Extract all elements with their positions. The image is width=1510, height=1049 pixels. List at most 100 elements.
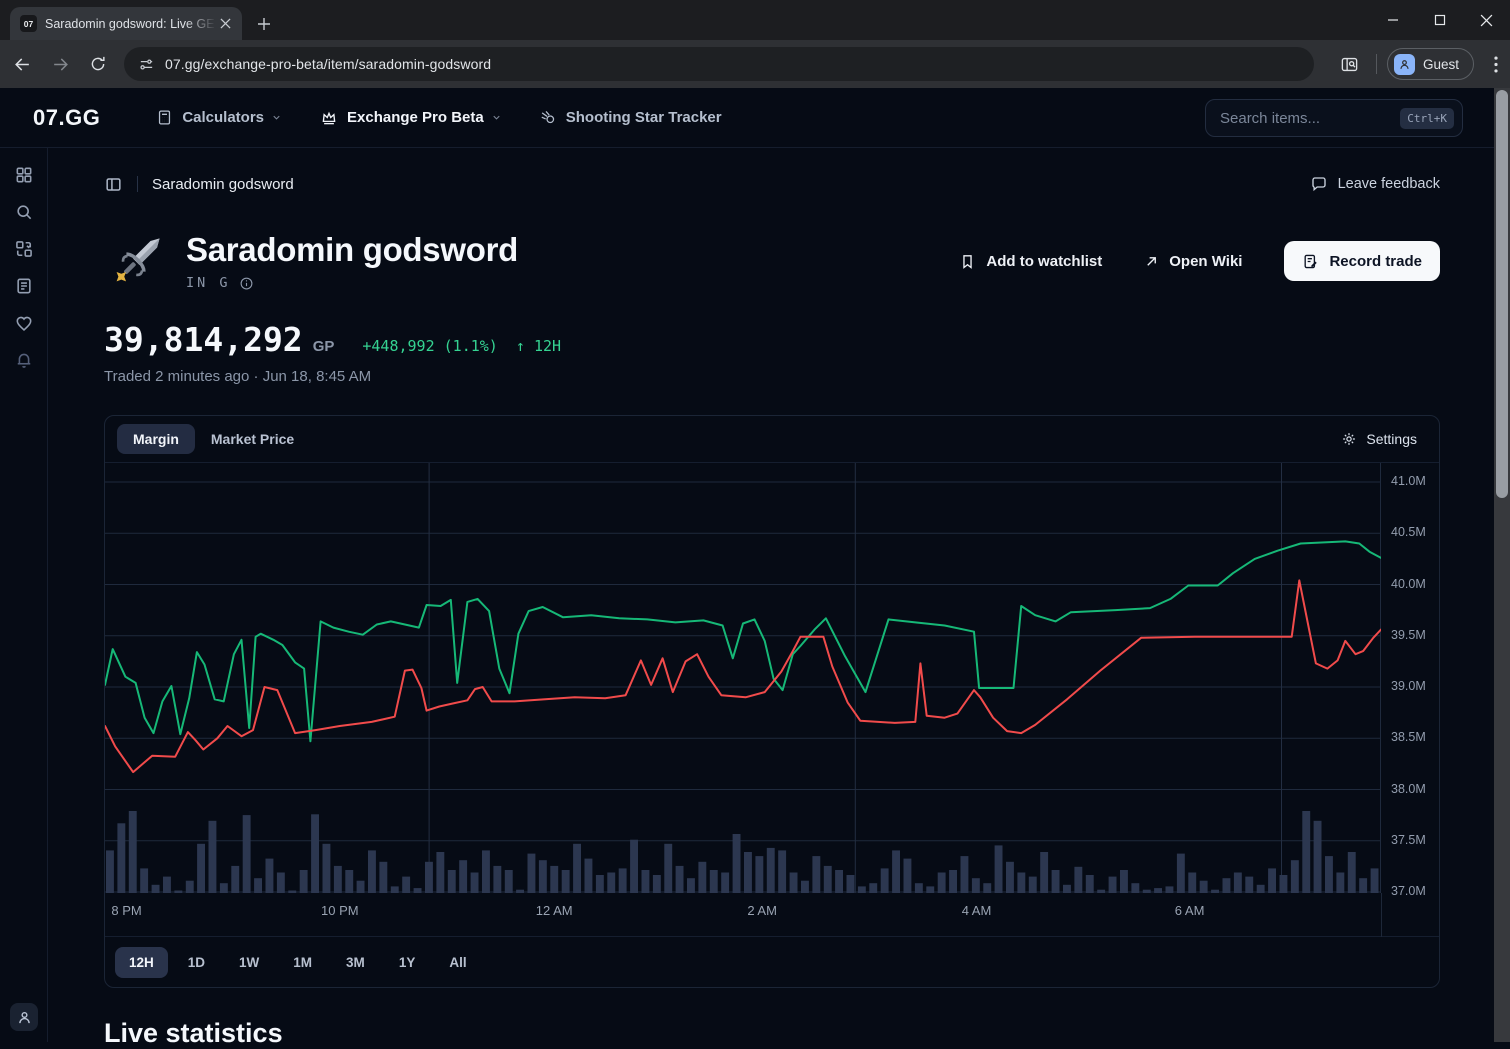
calculator-icon bbox=[156, 109, 173, 126]
x-axis-tick: 6 AM bbox=[1175, 903, 1205, 918]
gear-icon bbox=[1341, 431, 1357, 447]
nav-shooting-star-tracker[interactable]: Shooting Star Tracker bbox=[540, 109, 722, 126]
nav-exchange-pro-beta[interactable]: Exchange Pro Beta bbox=[320, 109, 502, 127]
browser-menu-icon[interactable] bbox=[1482, 50, 1510, 78]
y-axis-tick: 38.0M bbox=[1391, 782, 1426, 796]
search-input[interactable]: Search items... Ctrl+K bbox=[1205, 99, 1463, 137]
bookmark-icon bbox=[959, 253, 976, 270]
y-axis-tick: 40.0M bbox=[1391, 577, 1426, 591]
sidebar-watchlist-heart-icon[interactable] bbox=[12, 311, 36, 335]
x-axis-tick: 2 AM bbox=[747, 903, 777, 918]
url-bar[interactable]: 07.gg/exchange-pro-beta/item/saradomin-g… bbox=[124, 47, 1314, 81]
forward-button[interactable] bbox=[44, 48, 76, 80]
sidebar-news-icon[interactable] bbox=[12, 274, 36, 298]
info-icon[interactable] bbox=[239, 276, 254, 291]
watchlist-label: Add to watchlist bbox=[986, 253, 1102, 270]
y-axis-tick: 38.5M bbox=[1391, 730, 1426, 744]
open-wiki-button[interactable]: Open Wiki bbox=[1144, 253, 1242, 270]
page: 07.GG Calculators Exchange Pro Beta bbox=[0, 88, 1510, 1042]
nav-calculators[interactable]: Calculators bbox=[156, 109, 282, 126]
y-axis-tick: 41.0M bbox=[1391, 474, 1426, 488]
last-traded-text: Traded 2 minutes ago · Jun 18, 8:45 AM bbox=[104, 368, 1440, 385]
nav-calculators-label: Calculators bbox=[182, 109, 264, 126]
sidebar-search-icon[interactable] bbox=[12, 200, 36, 224]
wiki-label: Open Wiki bbox=[1169, 253, 1242, 270]
x-axis-tick: 4 AM bbox=[962, 903, 992, 918]
breadcrumb-current: Saradomin godsword bbox=[152, 176, 294, 193]
price-trend: ↑ 12H bbox=[516, 337, 561, 355]
chart-settings-button[interactable]: Settings bbox=[1341, 431, 1427, 447]
page-scrollbar[interactable] bbox=[1494, 88, 1510, 1042]
browser-tab[interactable]: 07 Saradomin godsword: Live GE P bbox=[10, 7, 242, 40]
range-button-all[interactable]: All bbox=[435, 947, 480, 978]
y-axis-tick: 40.5M bbox=[1391, 525, 1426, 539]
y-axis-tick: 39.5M bbox=[1391, 628, 1426, 642]
back-button[interactable] bbox=[6, 48, 38, 80]
window-minimize-button[interactable] bbox=[1369, 0, 1416, 40]
panel-toggle-icon[interactable] bbox=[104, 175, 123, 194]
y-axis-tick: 39.0M bbox=[1391, 679, 1426, 693]
crown-icon bbox=[320, 109, 338, 127]
y-axis-labels: 41.0M 40.5M 40.0M 39.5M 39.0M 38.5M 38.0M 37.5M… bbox=[1381, 463, 1439, 893]
tab-market-price[interactable]: Market Price bbox=[195, 424, 310, 454]
browser-tab-strip: 07 Saradomin godsword: Live GE P bbox=[0, 0, 1510, 40]
chevron-down-icon bbox=[491, 112, 502, 123]
search-placeholder: Search items... bbox=[1220, 110, 1400, 127]
tab-title: Saradomin godsword: Live GE P bbox=[45, 17, 216, 31]
chart-card: Margin Market Price Settings 41.0M40.5M4… bbox=[104, 415, 1440, 988]
scrollbar-thumb[interactable] bbox=[1496, 90, 1508, 498]
guest-label: Guest bbox=[1423, 57, 1459, 72]
search-shortcut-badge: Ctrl+K bbox=[1400, 108, 1454, 129]
new-tab-button[interactable] bbox=[252, 12, 276, 36]
profile-button[interactable]: Guest bbox=[1387, 48, 1474, 80]
price-chart-plot[interactable] bbox=[105, 463, 1381, 893]
nav-star-label: Shooting Star Tracker bbox=[566, 109, 722, 126]
range-button-1w[interactable]: 1W bbox=[225, 947, 273, 978]
y-axis-tick: 37.5M bbox=[1391, 833, 1426, 847]
window-maximize-button[interactable] bbox=[1416, 0, 1463, 40]
item-price: 39,814,292 bbox=[104, 320, 303, 359]
sidebar-compare-items-icon[interactable] bbox=[12, 237, 36, 261]
window-close-button[interactable] bbox=[1463, 0, 1510, 40]
x-axis-tick: 8 PM bbox=[111, 903, 141, 918]
range-button-1y[interactable]: 1Y bbox=[385, 947, 430, 978]
x-axis-labels: 8 PM10 PM12 AM2 AM4 AM6 AM bbox=[105, 893, 1439, 937]
feedback-chat-icon bbox=[1310, 175, 1328, 193]
chevron-down-icon bbox=[271, 112, 282, 123]
site-info-icon[interactable] bbox=[138, 56, 155, 73]
settings-label: Settings bbox=[1366, 431, 1417, 447]
price-change: +448,992 (1.1%) ↑ 12H bbox=[362, 337, 561, 355]
time-range-selector: 12H1D1W1M3M1YAll bbox=[105, 937, 1439, 987]
sidebar-notifications-bell-icon[interactable] bbox=[12, 348, 36, 372]
site-logo[interactable]: 07.GG bbox=[33, 105, 100, 131]
browser-toolbar: 07.gg/exchange-pro-beta/item/saradomin-g… bbox=[0, 40, 1510, 88]
left-sidebar bbox=[0, 148, 48, 1042]
range-button-3m[interactable]: 3M bbox=[332, 947, 379, 978]
record-trade-label: Record trade bbox=[1329, 253, 1422, 270]
reload-button[interactable] bbox=[82, 48, 114, 80]
sidebar-profile-icon[interactable] bbox=[10, 1003, 38, 1031]
side-panel-search-icon[interactable] bbox=[1334, 48, 1366, 80]
x-axis-tick: 12 AM bbox=[536, 903, 573, 918]
price-currency: GP bbox=[313, 338, 335, 355]
record-trade-button[interactable]: Record trade bbox=[1284, 241, 1440, 281]
guest-avatar-icon bbox=[1394, 54, 1415, 75]
nav-exchange-label: Exchange Pro Beta bbox=[347, 109, 484, 126]
leave-feedback-button[interactable]: Leave feedback bbox=[1310, 175, 1440, 193]
record-memo-icon bbox=[1302, 253, 1319, 270]
feedback-label: Leave feedback bbox=[1338, 176, 1440, 192]
breadcrumb-divider bbox=[137, 176, 138, 192]
site-favicon: 07 bbox=[20, 15, 37, 32]
site-header: 07.GG Calculators Exchange Pro Beta bbox=[0, 88, 1510, 148]
range-button-1m[interactable]: 1M bbox=[279, 947, 326, 978]
item-tag-label: IN G bbox=[186, 275, 231, 291]
comet-icon bbox=[540, 109, 557, 126]
tab-margin[interactable]: Margin bbox=[117, 424, 195, 454]
tab-close-icon[interactable] bbox=[216, 15, 234, 33]
sidebar-dashboard-grid-icon[interactable] bbox=[12, 163, 36, 187]
item-image-saradomin-godsword bbox=[104, 228, 170, 294]
add-to-watchlist-button[interactable]: Add to watchlist bbox=[959, 253, 1102, 270]
live-statistics-title: Live statistics bbox=[104, 1018, 1440, 1049]
range-button-12h[interactable]: 12H bbox=[115, 947, 168, 978]
range-button-1d[interactable]: 1D bbox=[174, 947, 219, 978]
